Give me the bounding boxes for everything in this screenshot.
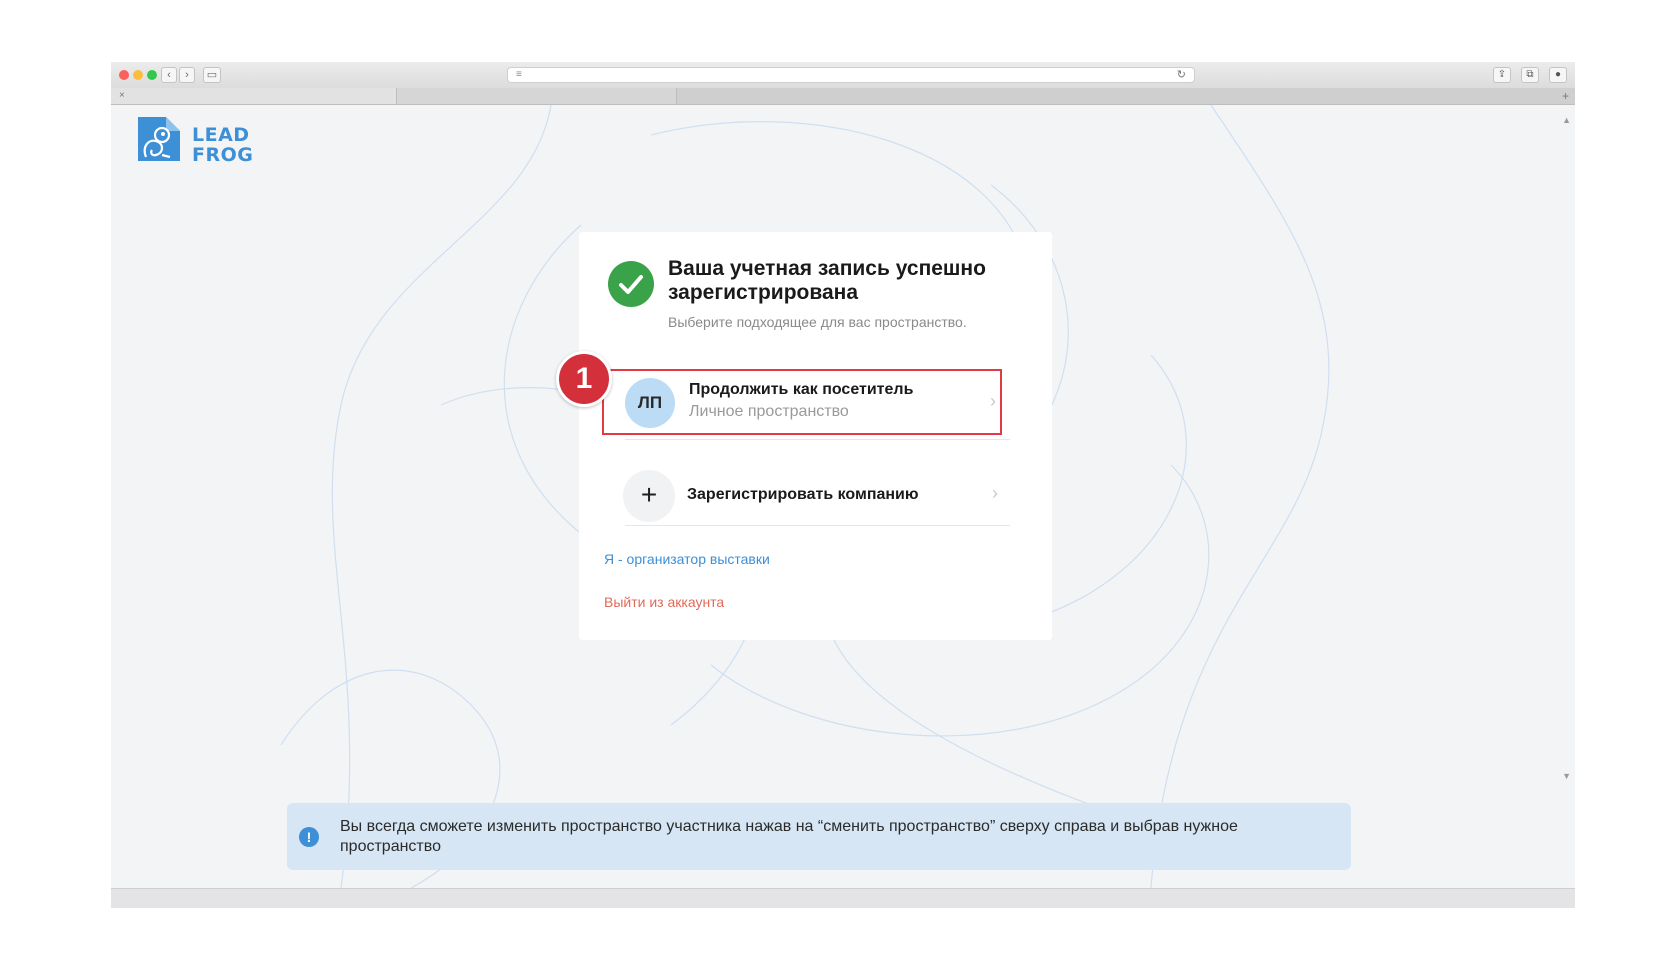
avatar: ЛП — [625, 378, 675, 428]
reader-icon[interactable]: ≡ — [516, 69, 522, 80]
plus-icon: + — [623, 470, 675, 522]
sidebar-toggle-icon[interactable]: ▭ — [203, 67, 221, 83]
card-subtitle: Выберите подходящее для вас пространство… — [668, 314, 967, 330]
step-number-badge: 1 — [556, 351, 612, 407]
logo-wordmark: LEAD FROG — [192, 125, 253, 165]
leadfrog-logo[interactable]: LEAD FROG — [132, 113, 262, 173]
reload-icon[interactable]: ↻ — [1177, 68, 1186, 81]
option-subtitle: Личное пространство — [689, 403, 849, 420]
tab-second[interactable] — [397, 88, 677, 104]
chevron-right-icon: › — [990, 391, 996, 411]
back-button[interactable]: ‹ — [161, 67, 177, 83]
info-icon: ! — [299, 827, 319, 847]
logo-line-1: LEAD — [192, 124, 250, 146]
notice-text: Вы всегда сможете изменить пространство … — [340, 818, 1238, 855]
browser-window: ‹ › ▭ ≡ ↻ ⇪ ⧉ ● × + LEAD FROG Ваша учетн… — [111, 62, 1575, 908]
zoom-window-button[interactable] — [147, 70, 157, 80]
status-bar — [111, 888, 1575, 908]
frog-logo-icon — [138, 117, 180, 161]
divider — [625, 525, 1010, 526]
scroll-up-arrow-icon[interactable]: ▲ — [1562, 115, 1571, 125]
new-tab-icon[interactable]: + — [1562, 88, 1569, 104]
extension-icon[interactable]: ● — [1549, 67, 1567, 83]
tab-bar: × + — [111, 88, 1575, 105]
address-bar[interactable]: ≡ ↻ — [507, 67, 1195, 83]
option-title: Продолжить как посетитель — [689, 381, 914, 398]
continue-as-visitor-option[interactable]: ЛП Продолжить как посетитель Личное прос… — [602, 369, 1002, 435]
success-check-icon — [608, 261, 654, 307]
register-company-option[interactable]: + Зарегистрировать компанию › — [602, 455, 1002, 535]
forward-button[interactable]: › — [179, 67, 195, 83]
browser-titlebar: ‹ › ▭ ≡ ↻ ⇪ ⧉ ● — [111, 62, 1575, 89]
logout-link[interactable]: Выйти из аккаунта — [604, 594, 724, 610]
logo-line-2: FROG — [192, 144, 254, 166]
organizer-link[interactable]: Я - организатор выставки — [604, 551, 770, 567]
minimize-window-button[interactable] — [133, 70, 143, 80]
info-notice: ! Вы всегда сможете изменить пространств… — [287, 803, 1351, 870]
vertical-scrollbar[interactable]: ▲ ▼ — [1559, 105, 1575, 888]
tab-active[interactable]: × — [111, 88, 397, 104]
share-icon[interactable]: ⇪ — [1493, 67, 1511, 83]
page-title: Ваша учетная запись успешно зарегистриро… — [668, 257, 986, 304]
scroll-down-arrow-icon[interactable]: ▼ — [1562, 771, 1571, 781]
chevron-right-icon: › — [992, 483, 998, 503]
page-content: LEAD FROG Ваша учетная запись успешно за… — [111, 105, 1575, 888]
registration-success-card: Ваша учетная запись успешно зарегистриро… — [579, 232, 1052, 640]
close-tab-icon[interactable]: × — [119, 88, 125, 104]
divider — [625, 439, 1010, 440]
tabs-overview-icon[interactable]: ⧉ — [1521, 67, 1539, 83]
option-title: Зарегистрировать компанию — [687, 486, 919, 503]
close-window-button[interactable] — [119, 70, 129, 80]
